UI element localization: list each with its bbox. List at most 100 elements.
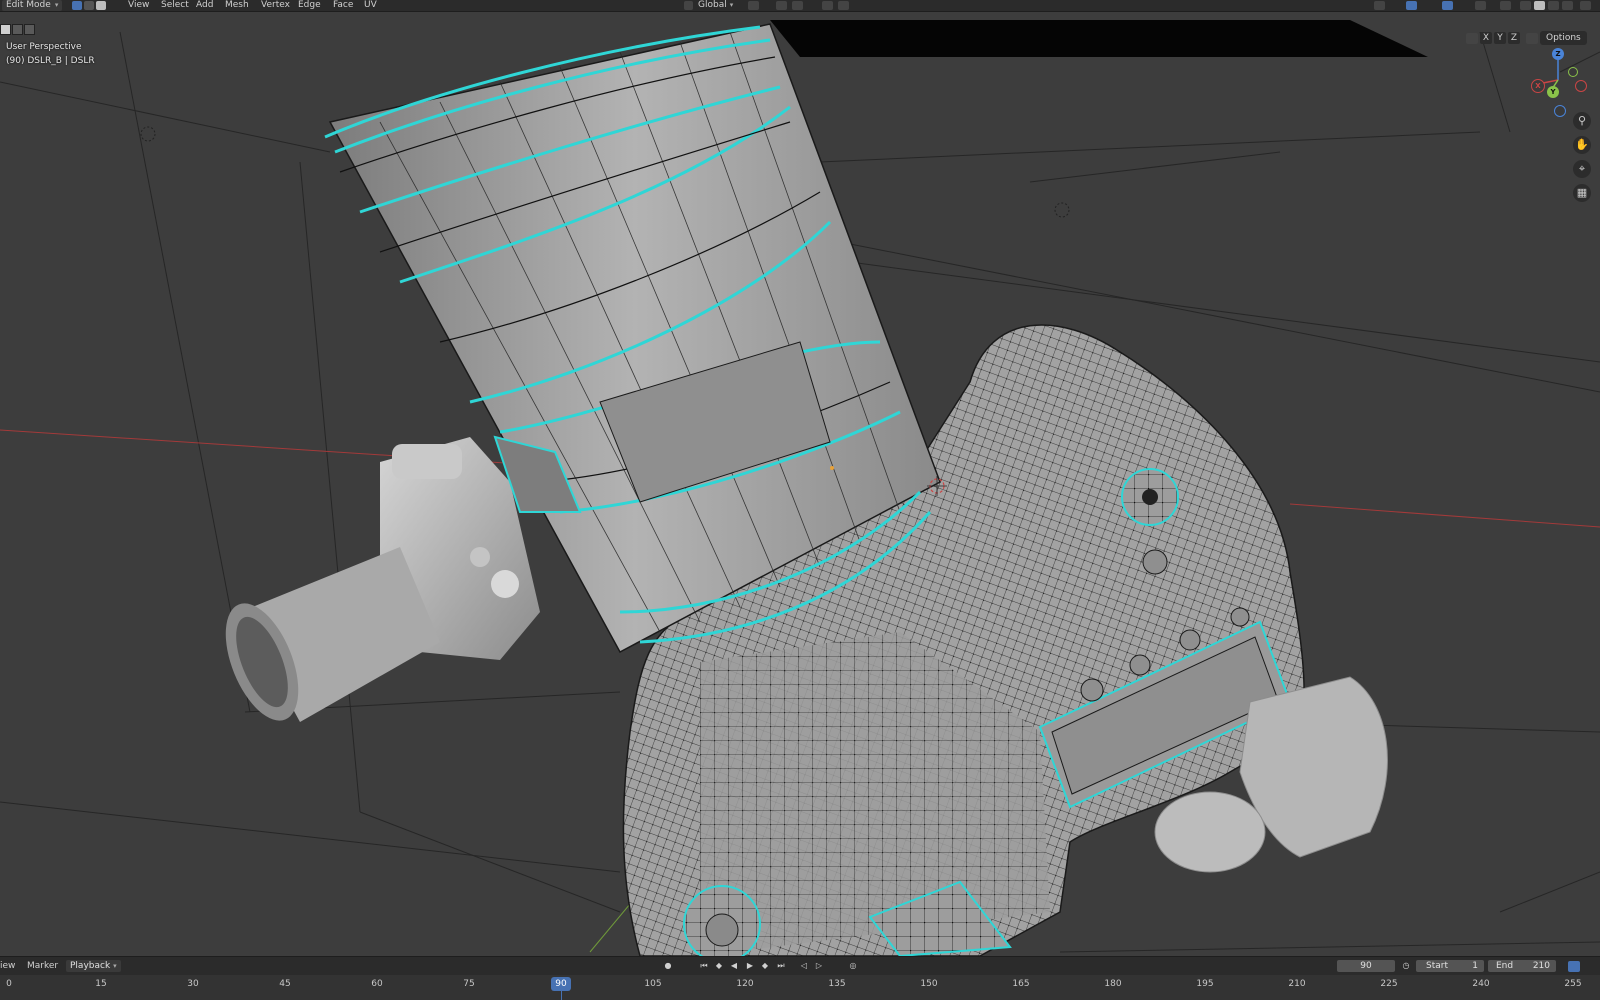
solid-shading-icon[interactable] [1534, 1, 1545, 10]
start-label: Start [1426, 961, 1448, 971]
mirror-z-toggle[interactable]: Z [1508, 32, 1520, 44]
gizmo-z-axis[interactable]: Z [1552, 48, 1564, 60]
transform-orientation-dropdown[interactable]: Global ▾ [698, 0, 733, 11]
menu-uv[interactable]: UV [360, 0, 381, 11]
snap-icon[interactable] [776, 1, 787, 10]
keying-icon[interactable]: ◎ [847, 960, 859, 972]
xray-icon[interactable] [1500, 1, 1511, 10]
mirror-y-toggle[interactable]: Y [1494, 32, 1506, 44]
mirror-icon[interactable] [1466, 33, 1478, 44]
end-frame-field[interactable]: End 210 [1488, 960, 1556, 972]
ruler-tick-label: 165 [1012, 979, 1030, 989]
auto-merge-icon[interactable] [1526, 33, 1538, 44]
ruler-tick-label: 45 [279, 979, 291, 989]
playhead-frame-indicator[interactable]: 90 [551, 977, 571, 991]
frame-ruler[interactable]: 0 15 30 45 60 75 90 105 120 135 150 165 … [0, 975, 1600, 1000]
overlays-icon[interactable] [1442, 1, 1453, 10]
timeline-header: View Marker Playback▾ ● ⏮ ◆ ◀ ▶ ◆ ⏭ ◁ ▷ … [0, 956, 1600, 975]
mode-dropdown[interactable]: Edit Mode ▾ [2, 0, 63, 11]
ruler-tick-label: 240 [1472, 979, 1490, 989]
zoom-icon[interactable]: ⚲ [1573, 112, 1591, 130]
face-select-mode-icon[interactable] [96, 1, 106, 10]
menu-select[interactable]: Select [157, 0, 193, 11]
jump-prev-keyframe-icon[interactable]: ◆ [713, 960, 725, 972]
proportional-edit-icon[interactable] [822, 1, 833, 10]
end-value: 210 [1532, 961, 1550, 971]
menu-face[interactable]: Face [329, 0, 357, 11]
snap-target-icon[interactable] [792, 1, 803, 10]
gizmo-neg-y-axis[interactable] [1568, 67, 1578, 77]
ruler-tick-label: 0 [6, 979, 12, 989]
ruler-tick-label: 150 [920, 979, 938, 989]
preview-range-icon[interactable]: ◷ [1400, 960, 1412, 972]
navigate-gizmo-icon[interactable] [1406, 1, 1417, 10]
next-keyframe-icon[interactable]: ▷ [813, 960, 825, 972]
ruler-tick-label: 180 [1104, 979, 1122, 989]
menu-view[interactable]: View [124, 0, 153, 11]
jump-next-keyframe-icon[interactable]: ◆ [759, 960, 771, 972]
wireframe-shading-icon[interactable] [1520, 1, 1531, 10]
start-value: 1 [1472, 961, 1478, 971]
shading-options-icon[interactable] [1580, 1, 1591, 10]
orientation-icon [684, 1, 693, 10]
edge-select-mode-icon[interactable] [84, 1, 94, 10]
transform-orientation-label: Global [698, 0, 727, 10]
grid-ortho-icon[interactable]: ▦ [1573, 184, 1591, 202]
falloff-icon[interactable] [838, 1, 849, 10]
menu-vertex[interactable]: Vertex [257, 0, 294, 11]
ruler-tick-label: 15 [95, 979, 107, 989]
ruler-tick-label: 105 [644, 979, 662, 989]
timeline-menu-marker[interactable]: Marker [27, 957, 58, 975]
mirror-x-toggle[interactable]: X [1480, 32, 1492, 44]
3d-viewport[interactable]: User Perspective (90) DSLR_B | DSLR X Y … [0, 12, 1600, 956]
viewport-header: Edit Mode ▾ View Select Add Mesh Vertex E… [0, 0, 1600, 12]
gizmo-x-axis[interactable]: X [1531, 79, 1545, 93]
options-label: Options [1546, 33, 1581, 43]
menu-mesh[interactable]: Mesh [221, 0, 253, 11]
ruler-tick-label: 195 [1196, 979, 1214, 989]
ruler-tick-label: 225 [1380, 979, 1398, 989]
camera-view-icon[interactable]: ⌖ [1573, 160, 1591, 178]
select-extend-icon[interactable] [12, 24, 23, 35]
play-icon[interactable]: ▶ [744, 960, 756, 972]
chevron-down-icon: ▾ [113, 962, 117, 970]
gizmo-neg-z-axis[interactable] [1554, 105, 1566, 117]
play-reverse-icon[interactable]: ◀ [728, 960, 740, 972]
jump-end-icon[interactable]: ⏭ [775, 960, 787, 972]
timeline-menu-view[interactable]: View [0, 957, 15, 975]
record-icon[interactable]: ● [662, 960, 674, 972]
chevron-down-icon: ▾ [54, 1, 59, 9]
gizmo-neg-x-axis[interactable] [1575, 80, 1587, 92]
playhead-line[interactable] [561, 991, 562, 1000]
jump-start-icon[interactable]: ⏮ [698, 960, 710, 972]
playback-dropdown[interactable]: Playback ▾ [66, 960, 121, 972]
pivot-point-icon[interactable] [748, 1, 759, 10]
gizmo-y-axis[interactable]: Y [1547, 86, 1559, 98]
material-shading-icon[interactable] [1548, 1, 1559, 10]
ruler-tick-label: 75 [463, 979, 475, 989]
rendered-shading-icon[interactable] [1562, 1, 1573, 10]
vertex-select-mode-icon[interactable] [72, 1, 82, 10]
start-frame-field[interactable]: Start 1 [1416, 960, 1484, 972]
ruler-tick-label: 210 [1288, 979, 1306, 989]
mesh-edit-overlay-icon[interactable] [1475, 1, 1486, 10]
prev-keyframe-icon[interactable]: ◁ [798, 960, 810, 972]
menu-edge[interactable]: Edge [294, 0, 325, 11]
select-new-icon[interactable] [0, 24, 11, 35]
select-box-tool-group [0, 20, 36, 39]
playback-label: Playback [70, 961, 111, 971]
hand-pan-icon[interactable]: ✋ [1573, 136, 1591, 154]
menu-add[interactable]: Add [192, 0, 217, 11]
object-info: (90) DSLR_B | DSLR [6, 56, 95, 66]
ruler-tick-label: 120 [736, 979, 754, 989]
end-label: End [1496, 961, 1514, 971]
gizmo-toggle-icon[interactable] [1374, 1, 1385, 10]
3d-scene[interactable] [0, 12, 1600, 956]
options-button[interactable]: Options [1540, 31, 1587, 45]
current-frame-value: 90 [1360, 961, 1372, 971]
object-origin-icon [830, 466, 834, 470]
timeline-view-icon[interactable] [1568, 961, 1580, 972]
chevron-down-icon: ▾ [729, 1, 734, 9]
select-subtract-icon[interactable] [24, 24, 35, 35]
current-frame-field[interactable]: 90 [1337, 960, 1395, 972]
